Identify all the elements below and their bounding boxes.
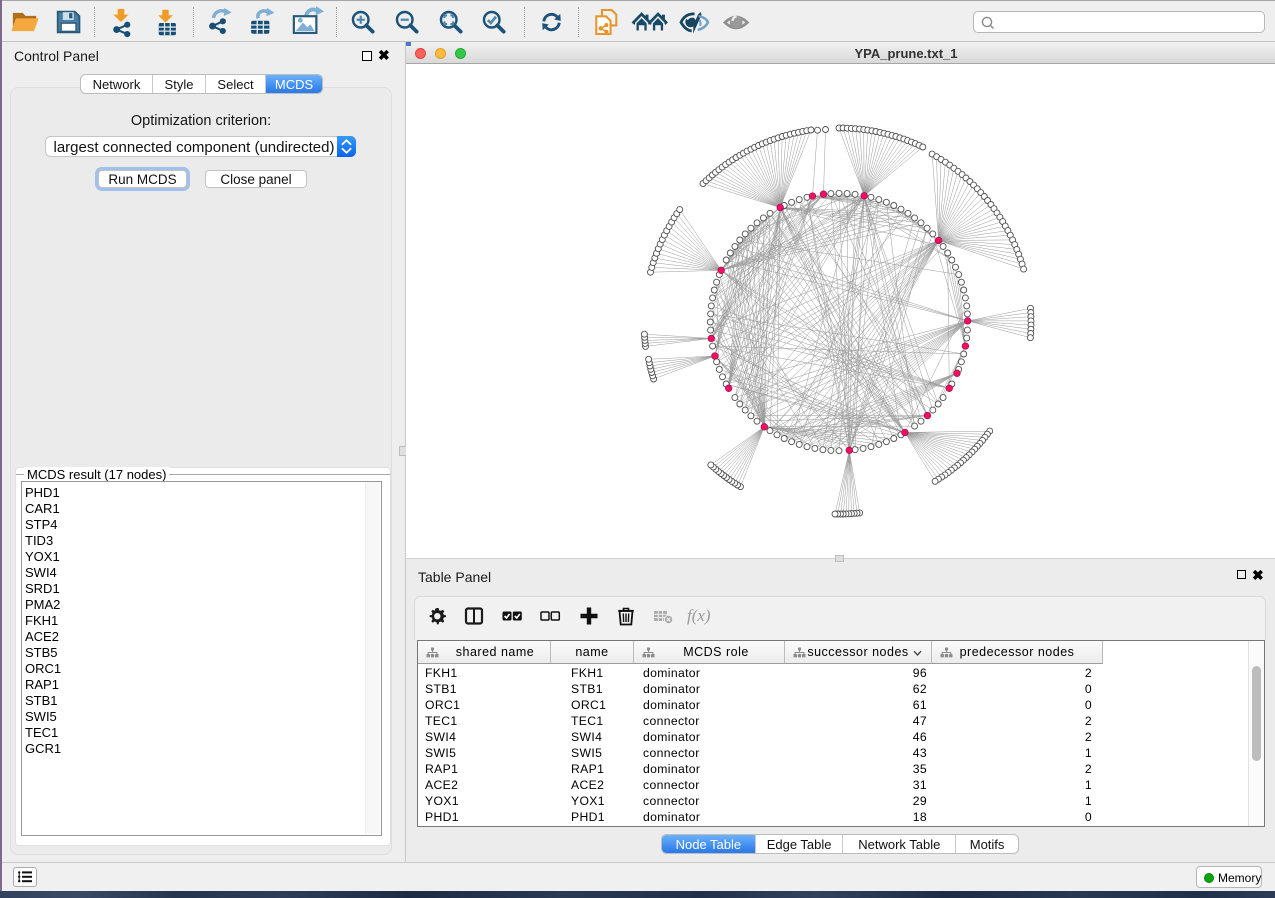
svg-text:f(x): f(x) [687,606,711,625]
